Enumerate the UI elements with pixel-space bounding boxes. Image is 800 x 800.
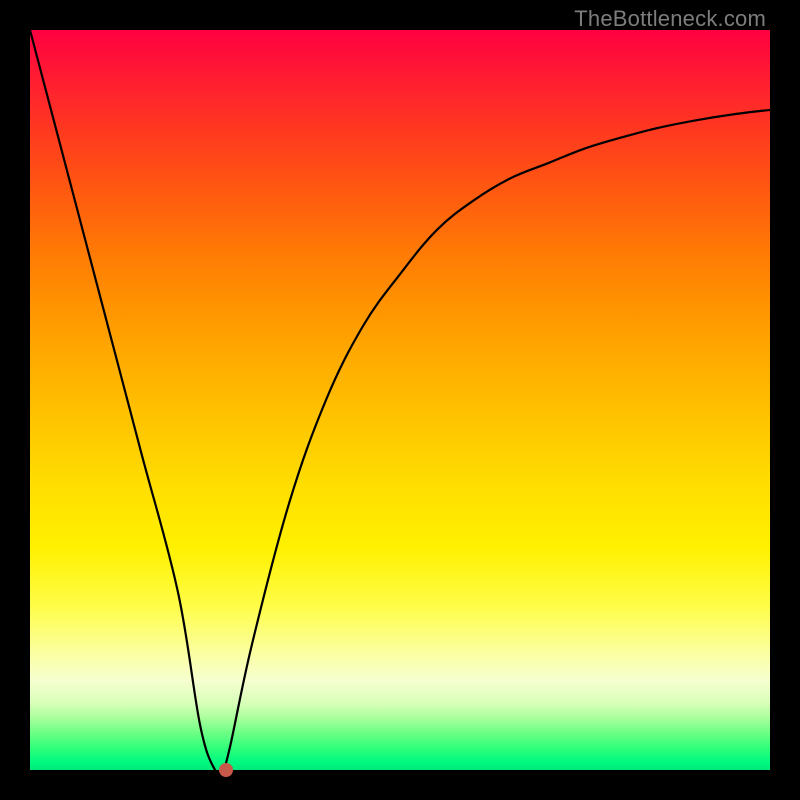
plot-area	[30, 30, 770, 770]
optimum-marker	[219, 763, 233, 777]
watermark-text: TheBottleneck.com	[574, 6, 766, 32]
curve-svg	[30, 30, 770, 770]
chart-container: TheBottleneck.com	[0, 0, 800, 800]
bottleneck-curve	[30, 30, 770, 775]
